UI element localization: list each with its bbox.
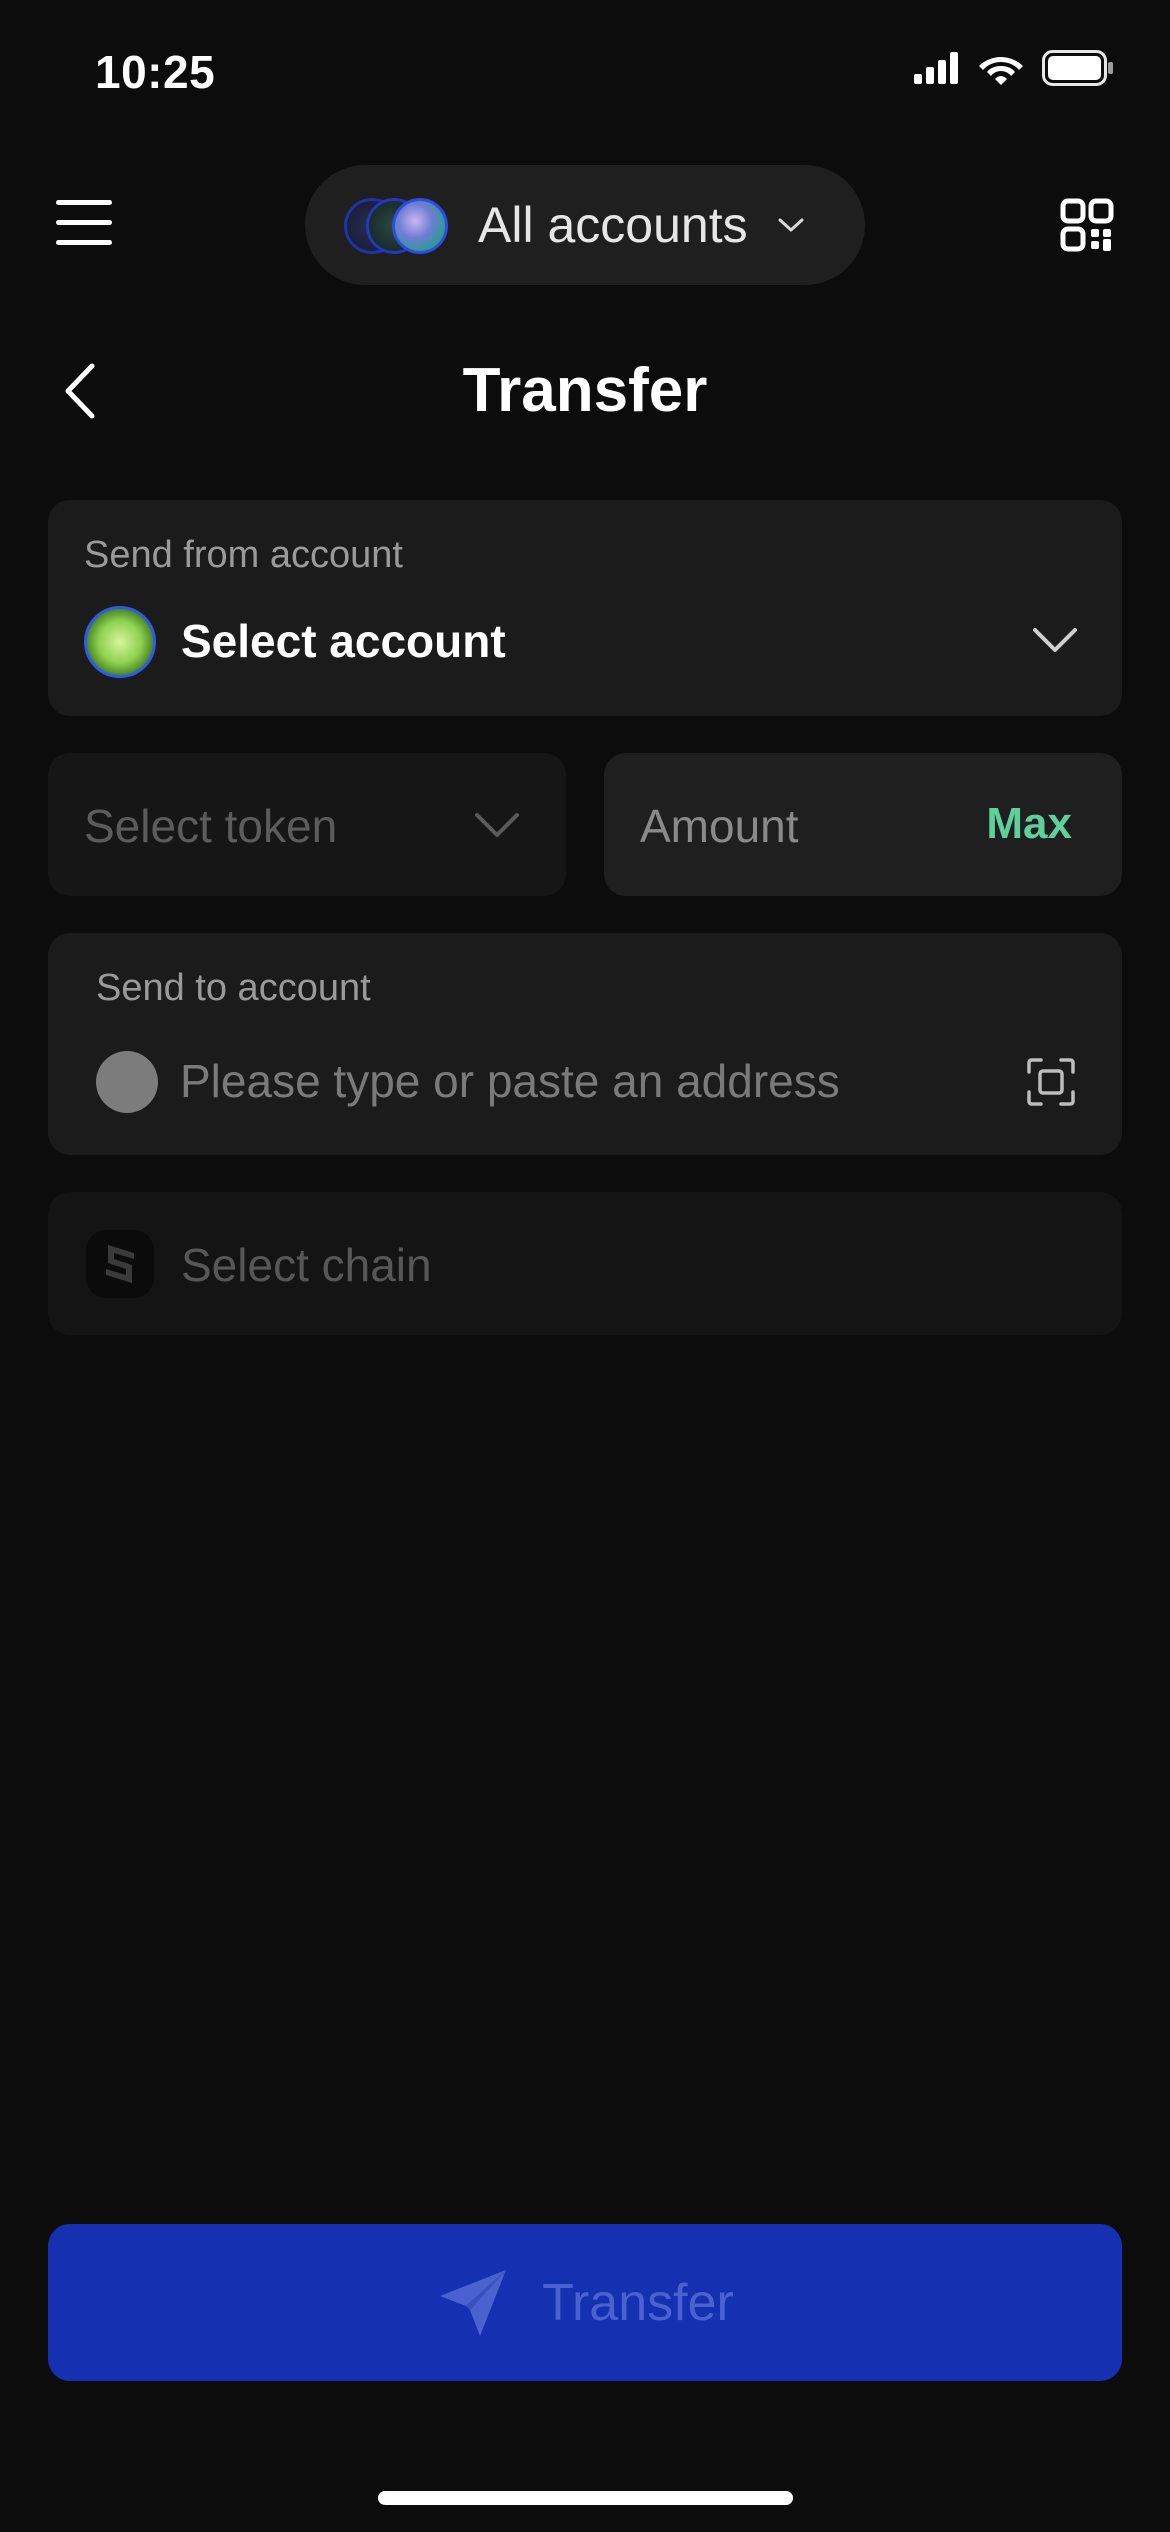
status-time: 10:25 — [95, 46, 216, 98]
chevron-down-icon — [475, 813, 519, 837]
account-avatars — [340, 190, 460, 260]
status-icons — [914, 50, 1114, 86]
transfer-button[interactable]: Transfer — [48, 2224, 1122, 2381]
avatar — [392, 198, 448, 254]
chevron-down-icon — [778, 218, 804, 232]
send-icon — [440, 2269, 507, 2336]
chevron-down-icon — [1033, 628, 1077, 652]
chain-logo-icon — [86, 1230, 154, 1298]
send-to-account-field: Send to account — [48, 933, 1122, 1155]
account-selector[interactable]: All accounts — [305, 165, 865, 285]
amount-field[interactable]: Amount Max — [604, 753, 1122, 896]
qr-code-icon — [1060, 198, 1114, 252]
address-avatar-placeholder — [96, 1051, 158, 1113]
send-from-label: Send from account — [84, 534, 403, 576]
account-selector-label: All accounts — [478, 197, 748, 253]
battery-icon — [1042, 50, 1113, 86]
token-selector[interactable]: Select token — [48, 753, 566, 896]
send-from-account-selector[interactable]: Send from account Select account — [48, 500, 1122, 716]
qr-scan-button[interactable] — [1060, 198, 1114, 252]
cellular-signal-icon — [914, 52, 958, 84]
page-title: Transfer — [462, 356, 708, 425]
send-to-label: Send to account — [96, 967, 371, 1009]
max-button[interactable]: Max — [986, 799, 1072, 849]
avatar — [84, 606, 156, 678]
chain-selector[interactable]: Select chain — [48, 1192, 1122, 1335]
wifi-icon — [979, 57, 1023, 85]
scan-address-button[interactable] — [1026, 1057, 1076, 1107]
transfer-button-label: Transfer — [542, 2273, 734, 2332]
send-from-value: Select account — [181, 615, 506, 667]
token-selector-label: Select token — [84, 800, 338, 852]
home-indicator — [378, 2491, 793, 2505]
scan-icon — [1027, 1058, 1075, 1106]
address-input[interactable] — [180, 1041, 1000, 1121]
chain-selector-label: Select chain — [181, 1239, 432, 1291]
menu-button[interactable] — [56, 200, 112, 246]
amount-placeholder: Amount — [640, 800, 799, 852]
